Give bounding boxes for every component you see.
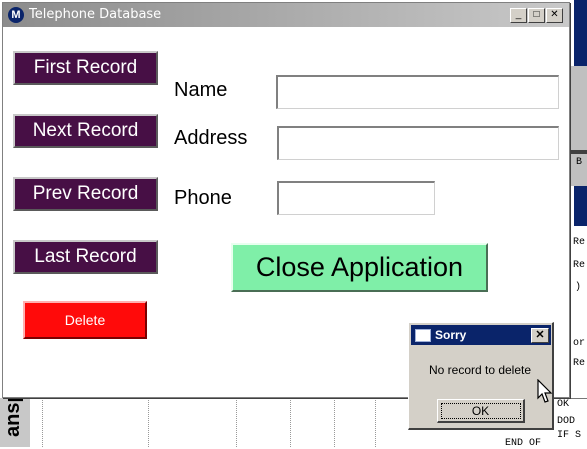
address-field[interactable] bbox=[277, 126, 559, 160]
phone-field[interactable] bbox=[277, 181, 435, 215]
delete-button[interactable]: Delete bbox=[23, 301, 147, 339]
background-title-block bbox=[574, 0, 587, 66]
mouse-pointer-icon bbox=[537, 379, 553, 403]
background-text: Re bbox=[573, 358, 586, 369]
phone-label: Phone bbox=[174, 187, 232, 209]
dialog-close-button[interactable]: ✕ bbox=[531, 328, 549, 343]
background-divider bbox=[570, 150, 587, 154]
background-text: or bbox=[573, 338, 586, 349]
background-side-label: ansp bbox=[2, 390, 24, 437]
background-gridline bbox=[236, 398, 238, 447]
background-gridline bbox=[334, 398, 336, 447]
title-bar[interactable]: M Telephone Database _ □ ✕ bbox=[3, 3, 569, 27]
dialog-title-bar[interactable]: Sorry ✕ bbox=[411, 325, 551, 345]
background-text: IF S bbox=[557, 430, 582, 441]
background-text: ) bbox=[575, 282, 582, 293]
background-text: Re bbox=[573, 237, 586, 248]
background-text: END OF bbox=[505, 438, 542, 449]
background-gridline bbox=[42, 398, 44, 447]
ok-button[interactable]: OK bbox=[437, 399, 525, 423]
next-record-button[interactable]: Next Record bbox=[13, 114, 158, 148]
dialog-message: No record to delete bbox=[428, 363, 532, 377]
minimize-button[interactable]: _ bbox=[510, 8, 527, 23]
app-icon[interactable]: M bbox=[8, 7, 24, 23]
background-title-block bbox=[574, 186, 587, 226]
first-record-button[interactable]: First Record bbox=[13, 51, 158, 85]
dialog-title: Sorry bbox=[435, 328, 467, 342]
background-text: B bbox=[576, 157, 583, 168]
address-label: Address bbox=[174, 127, 248, 149]
close-application-button[interactable]: Close Application bbox=[231, 243, 488, 292]
window-title: Telephone Database bbox=[29, 7, 162, 22]
dialog-window-icon bbox=[415, 329, 431, 342]
background-gridline bbox=[148, 398, 150, 447]
maximize-button[interactable]: □ bbox=[528, 8, 545, 23]
background-text: OK bbox=[557, 399, 570, 410]
background-text: Re bbox=[573, 260, 586, 271]
sorry-dialog: Sorry ✕ No record to delete OK bbox=[408, 322, 554, 430]
background-text: DOD bbox=[557, 416, 576, 427]
name-field[interactable] bbox=[276, 75, 559, 109]
close-window-button[interactable]: ✕ bbox=[546, 8, 563, 23]
last-record-button[interactable]: Last Record bbox=[13, 240, 158, 274]
background-gridline bbox=[290, 398, 292, 447]
prev-record-button[interactable]: Prev Record bbox=[13, 177, 158, 211]
name-label: Name bbox=[174, 79, 228, 101]
background-gridline bbox=[375, 398, 377, 447]
background-panel bbox=[567, 66, 587, 186]
